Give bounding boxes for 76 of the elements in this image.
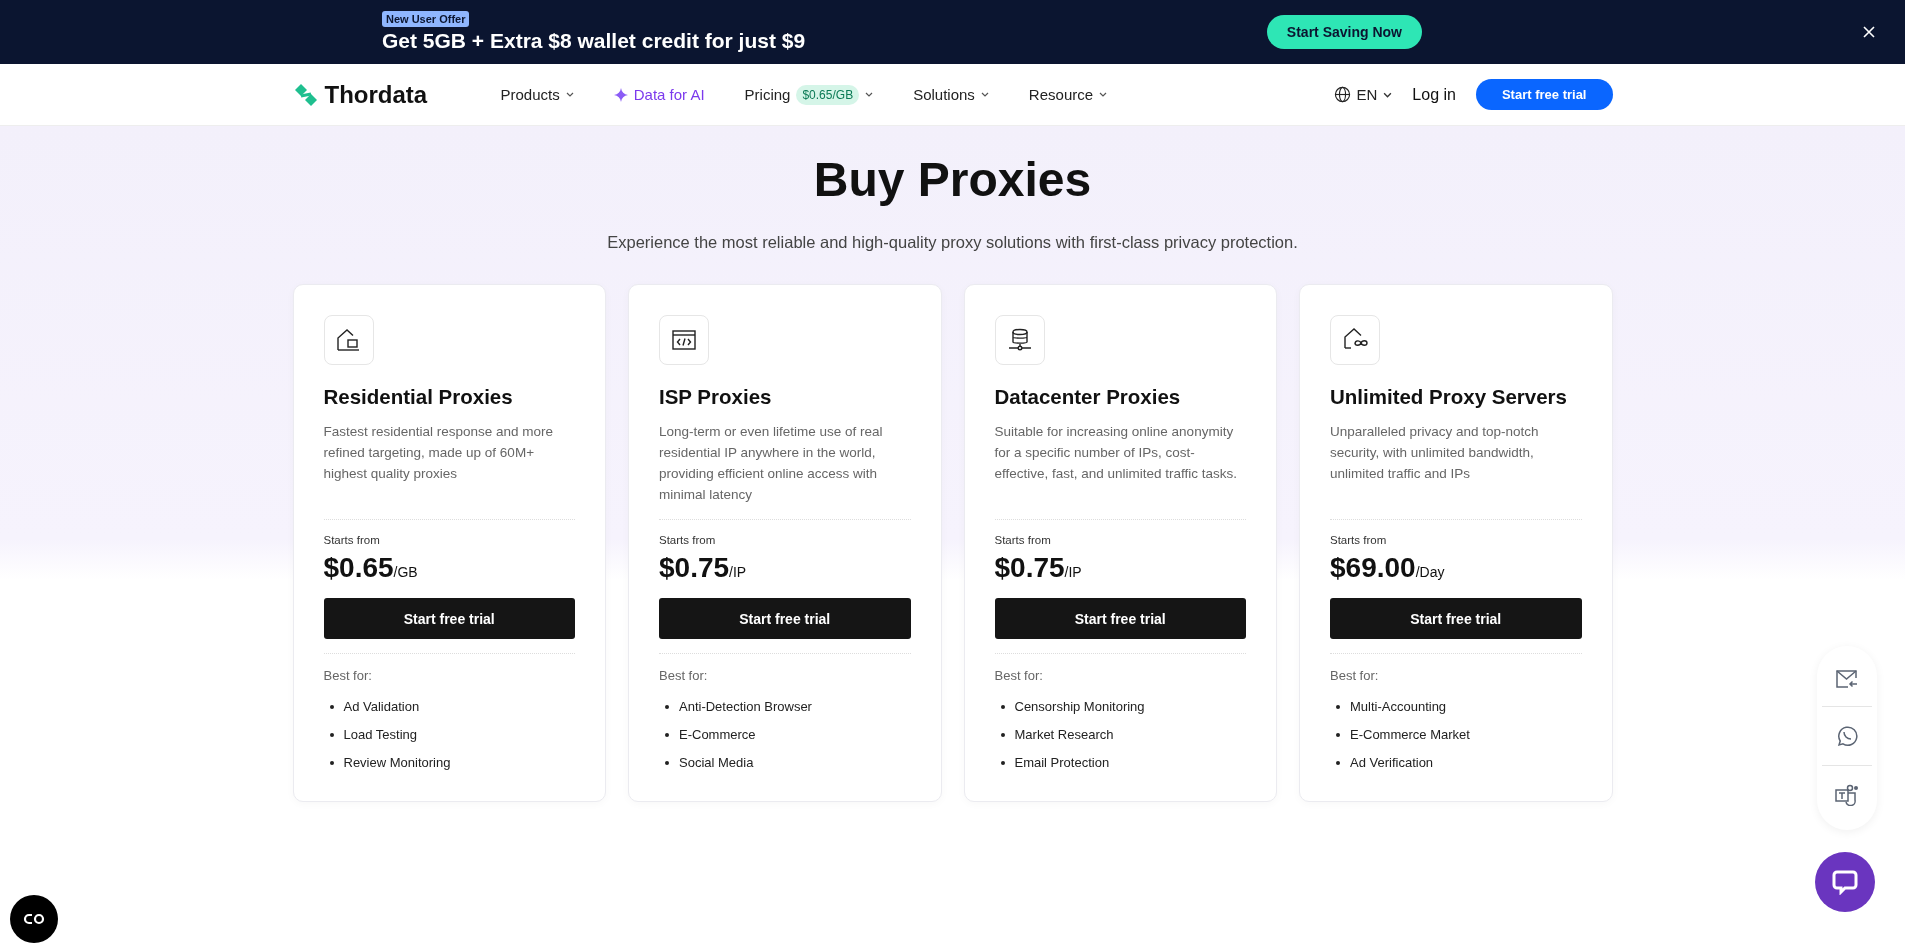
bullet-icon [665, 761, 669, 765]
offer-badge: New User Offer [382, 11, 470, 27]
brand-name[interactable]: Thordata [324, 80, 428, 109]
use-case-item: Ad Validation [343, 698, 420, 716]
use-case-item: Censorship Monitoring [1014, 698, 1145, 716]
price-text: $0.65/GB [323, 552, 419, 584]
use-case-item: Multi-Accounting [1350, 698, 1447, 716]
chevron-icon [565, 92, 574, 97]
bullet-icon [1000, 761, 1005, 765]
start-trial-button[interactable]: Start free trial [323, 598, 575, 639]
card-title: Unlimited Proxy Servers [1330, 385, 1568, 409]
best-for-label: Best for: [659, 668, 709, 683]
use-case-item: E-Commerce Market [1350, 726, 1470, 744]
page-title: Buy Proxies [812, 152, 1093, 207]
card-title: ISP Proxies [659, 385, 773, 409]
nav-link[interactable]: Pricing $0.65/GB [744, 84, 874, 105]
card-description: Suitable for increasing online anonymity for a specific number of IPs, cost-effective, fast, and unlimited traffic tasks. [994, 423, 1239, 483]
nav-link[interactable]: Solutions [913, 86, 989, 103]
nav-link[interactable]: Products [500, 86, 574, 103]
best-for-label: Best for: [1330, 668, 1380, 683]
bullet-icon [329, 761, 334, 765]
bullet-icon [665, 733, 669, 737]
price-text: $0.75/IP [659, 552, 748, 584]
best-for-label: Best for: [323, 668, 373, 683]
promo-headline: Get 5GB + Extra $8 wallet credit for just $9 [382, 29, 806, 53]
chevron-icon [865, 92, 874, 97]
use-case-item: Review Monitoring [343, 754, 451, 772]
use-case-item: Anti-Detection Browser [679, 698, 812, 716]
start-trial-button[interactable]: Start free trial [659, 598, 911, 639]
chevron-icon [1099, 92, 1108, 97]
bullet-icon [1336, 705, 1340, 709]
use-case-item: Market Research [1014, 726, 1114, 744]
bullet-icon [1336, 733, 1340, 737]
card-description: Unparalleled privacy and top-notch security, with unlimited bandwidth, unlimited traffic and IPs [1330, 423, 1540, 483]
card-description: Fastest residential response and more refined targeting, made up of 60M+ highest quality proxies [323, 423, 555, 483]
card-title: Datacenter Proxies [994, 385, 1182, 409]
close-icon[interactable] [1863, 26, 1875, 38]
bullet-icon [665, 705, 669, 709]
sparkle-icon [613, 87, 628, 102]
toggle-icon [23, 913, 45, 925]
price-text: $69.00/Day [1330, 552, 1446, 584]
login-link[interactable]: Log in [1412, 85, 1456, 104]
start-trial-button[interactable]: Start free trial [1330, 598, 1582, 639]
use-case-item: Email Protection [1014, 754, 1110, 772]
team-icon[interactable] [1835, 784, 1859, 806]
chat-icon [1832, 869, 1858, 895]
use-case-item: Load Testing [343, 726, 417, 744]
chevron-icon [1383, 91, 1393, 98]
start-trial-button[interactable]: Start free trial [1475, 79, 1613, 110]
page-subtitle: Experience the most reliable and high-quality proxy solutions with first-class privacy protection. [606, 233, 1299, 252]
nav-link[interactable]: Resource [1028, 86, 1108, 103]
price-label: Starts from [659, 534, 717, 546]
price-badge: $0.65/GB [796, 84, 860, 105]
nav-link[interactable]: Data for AI [613, 86, 705, 103]
chat-bubble-icon[interactable] [1836, 725, 1858, 747]
price-label: Starts from [994, 534, 1052, 546]
use-case-item: Ad Verification [1350, 754, 1434, 772]
mail-icon[interactable] [1836, 670, 1858, 688]
chevron-icon [980, 92, 989, 97]
start-trial-button[interactable]: Start free trial [994, 598, 1246, 639]
bullet-icon [1000, 705, 1005, 709]
use-case-item: Social Media [679, 754, 754, 772]
language-selector[interactable]: EN [1333, 86, 1393, 103]
card-description: Long-term or even lifetime use of real residential IP anywhere in the world, providing efficient online access with minimal latency [659, 423, 884, 504]
bullet-icon [329, 733, 334, 737]
globe-icon [1333, 86, 1351, 103]
bullet-icon [1000, 733, 1005, 737]
start-saving-button[interactable]: Start Saving Now [1266, 15, 1422, 49]
bullet-icon [329, 705, 334, 709]
price-label: Starts from [1330, 534, 1388, 546]
price-label: Starts from [323, 534, 381, 546]
card-title: Residential Proxies [323, 385, 514, 409]
best-for-label: Best for: [994, 668, 1044, 683]
bullet-icon [1336, 761, 1340, 765]
price-text: $0.75/IP [994, 552, 1083, 584]
use-case-item: E-Commerce [679, 726, 756, 744]
